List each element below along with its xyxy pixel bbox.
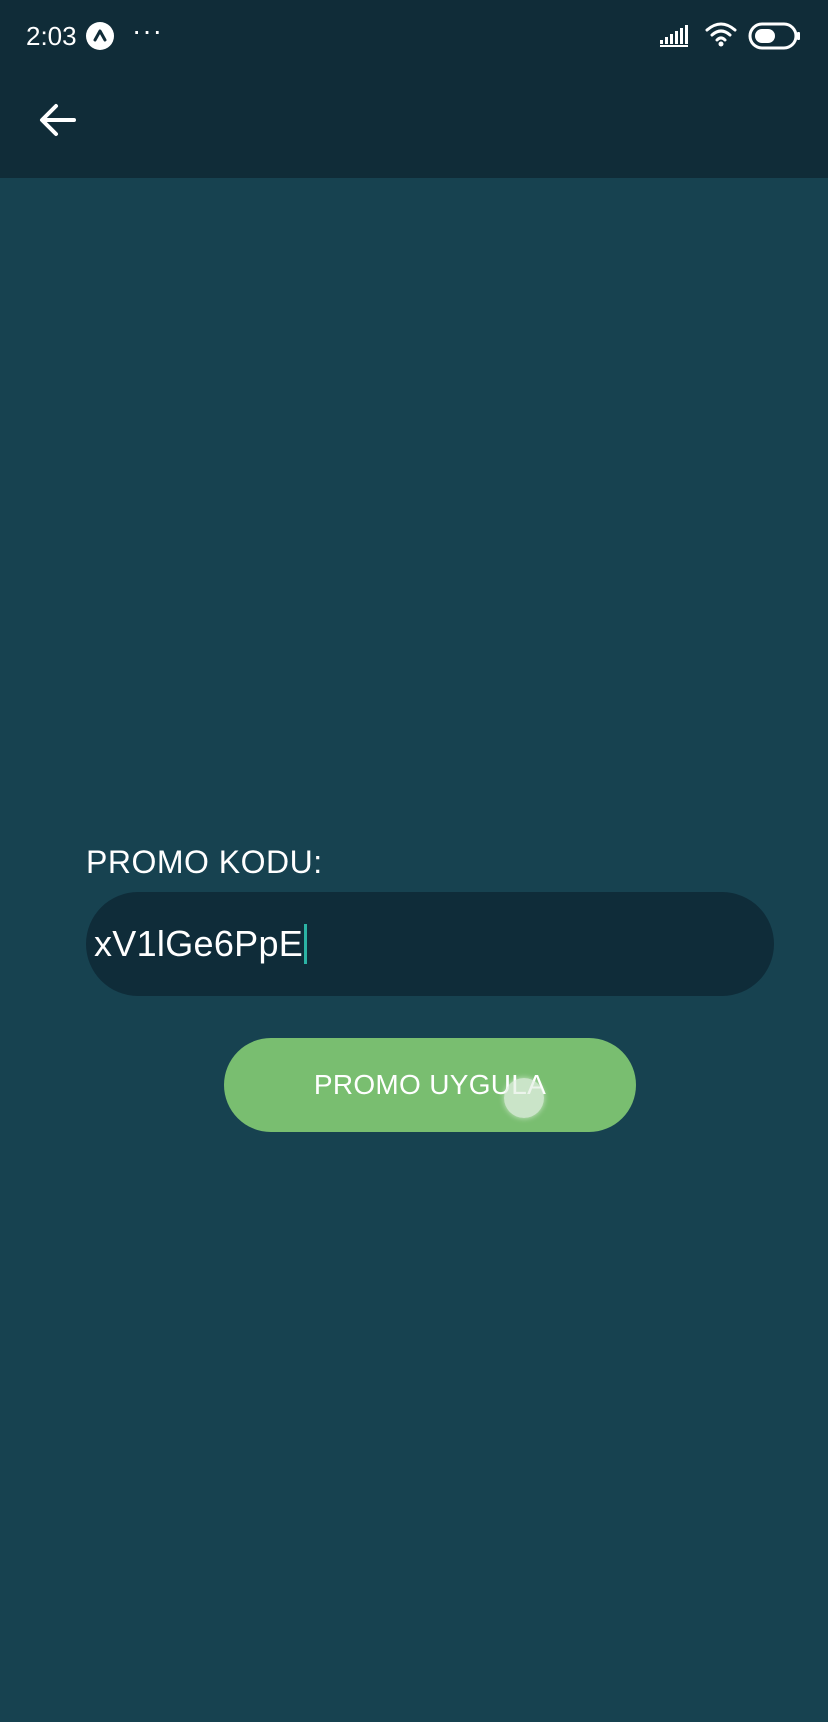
app-header: 2:03 ··· [0,0,828,178]
promo-code-value[interactable]: xV1lGe6PpE [94,922,303,966]
back-button[interactable] [28,92,88,152]
app-notification-icon [86,22,114,50]
signal-icon [660,24,694,53]
apply-promo-button[interactable]: PROMO UYGULA [224,1038,636,1132]
touch-indicator [504,1078,544,1118]
arrow-left-icon [38,102,78,143]
wifi-icon [704,20,738,53]
promo-code-label: PROMO KODU: [86,844,323,880]
status-bar: 2:03 ··· [0,0,828,72]
more-notifications-icon: ··· [132,15,163,46]
status-time: 2:03 [26,21,77,51]
text-caret [304,924,308,964]
promo-code-input[interactable]: xV1lGe6PpE [86,892,774,996]
battery-icon [748,22,802,55]
